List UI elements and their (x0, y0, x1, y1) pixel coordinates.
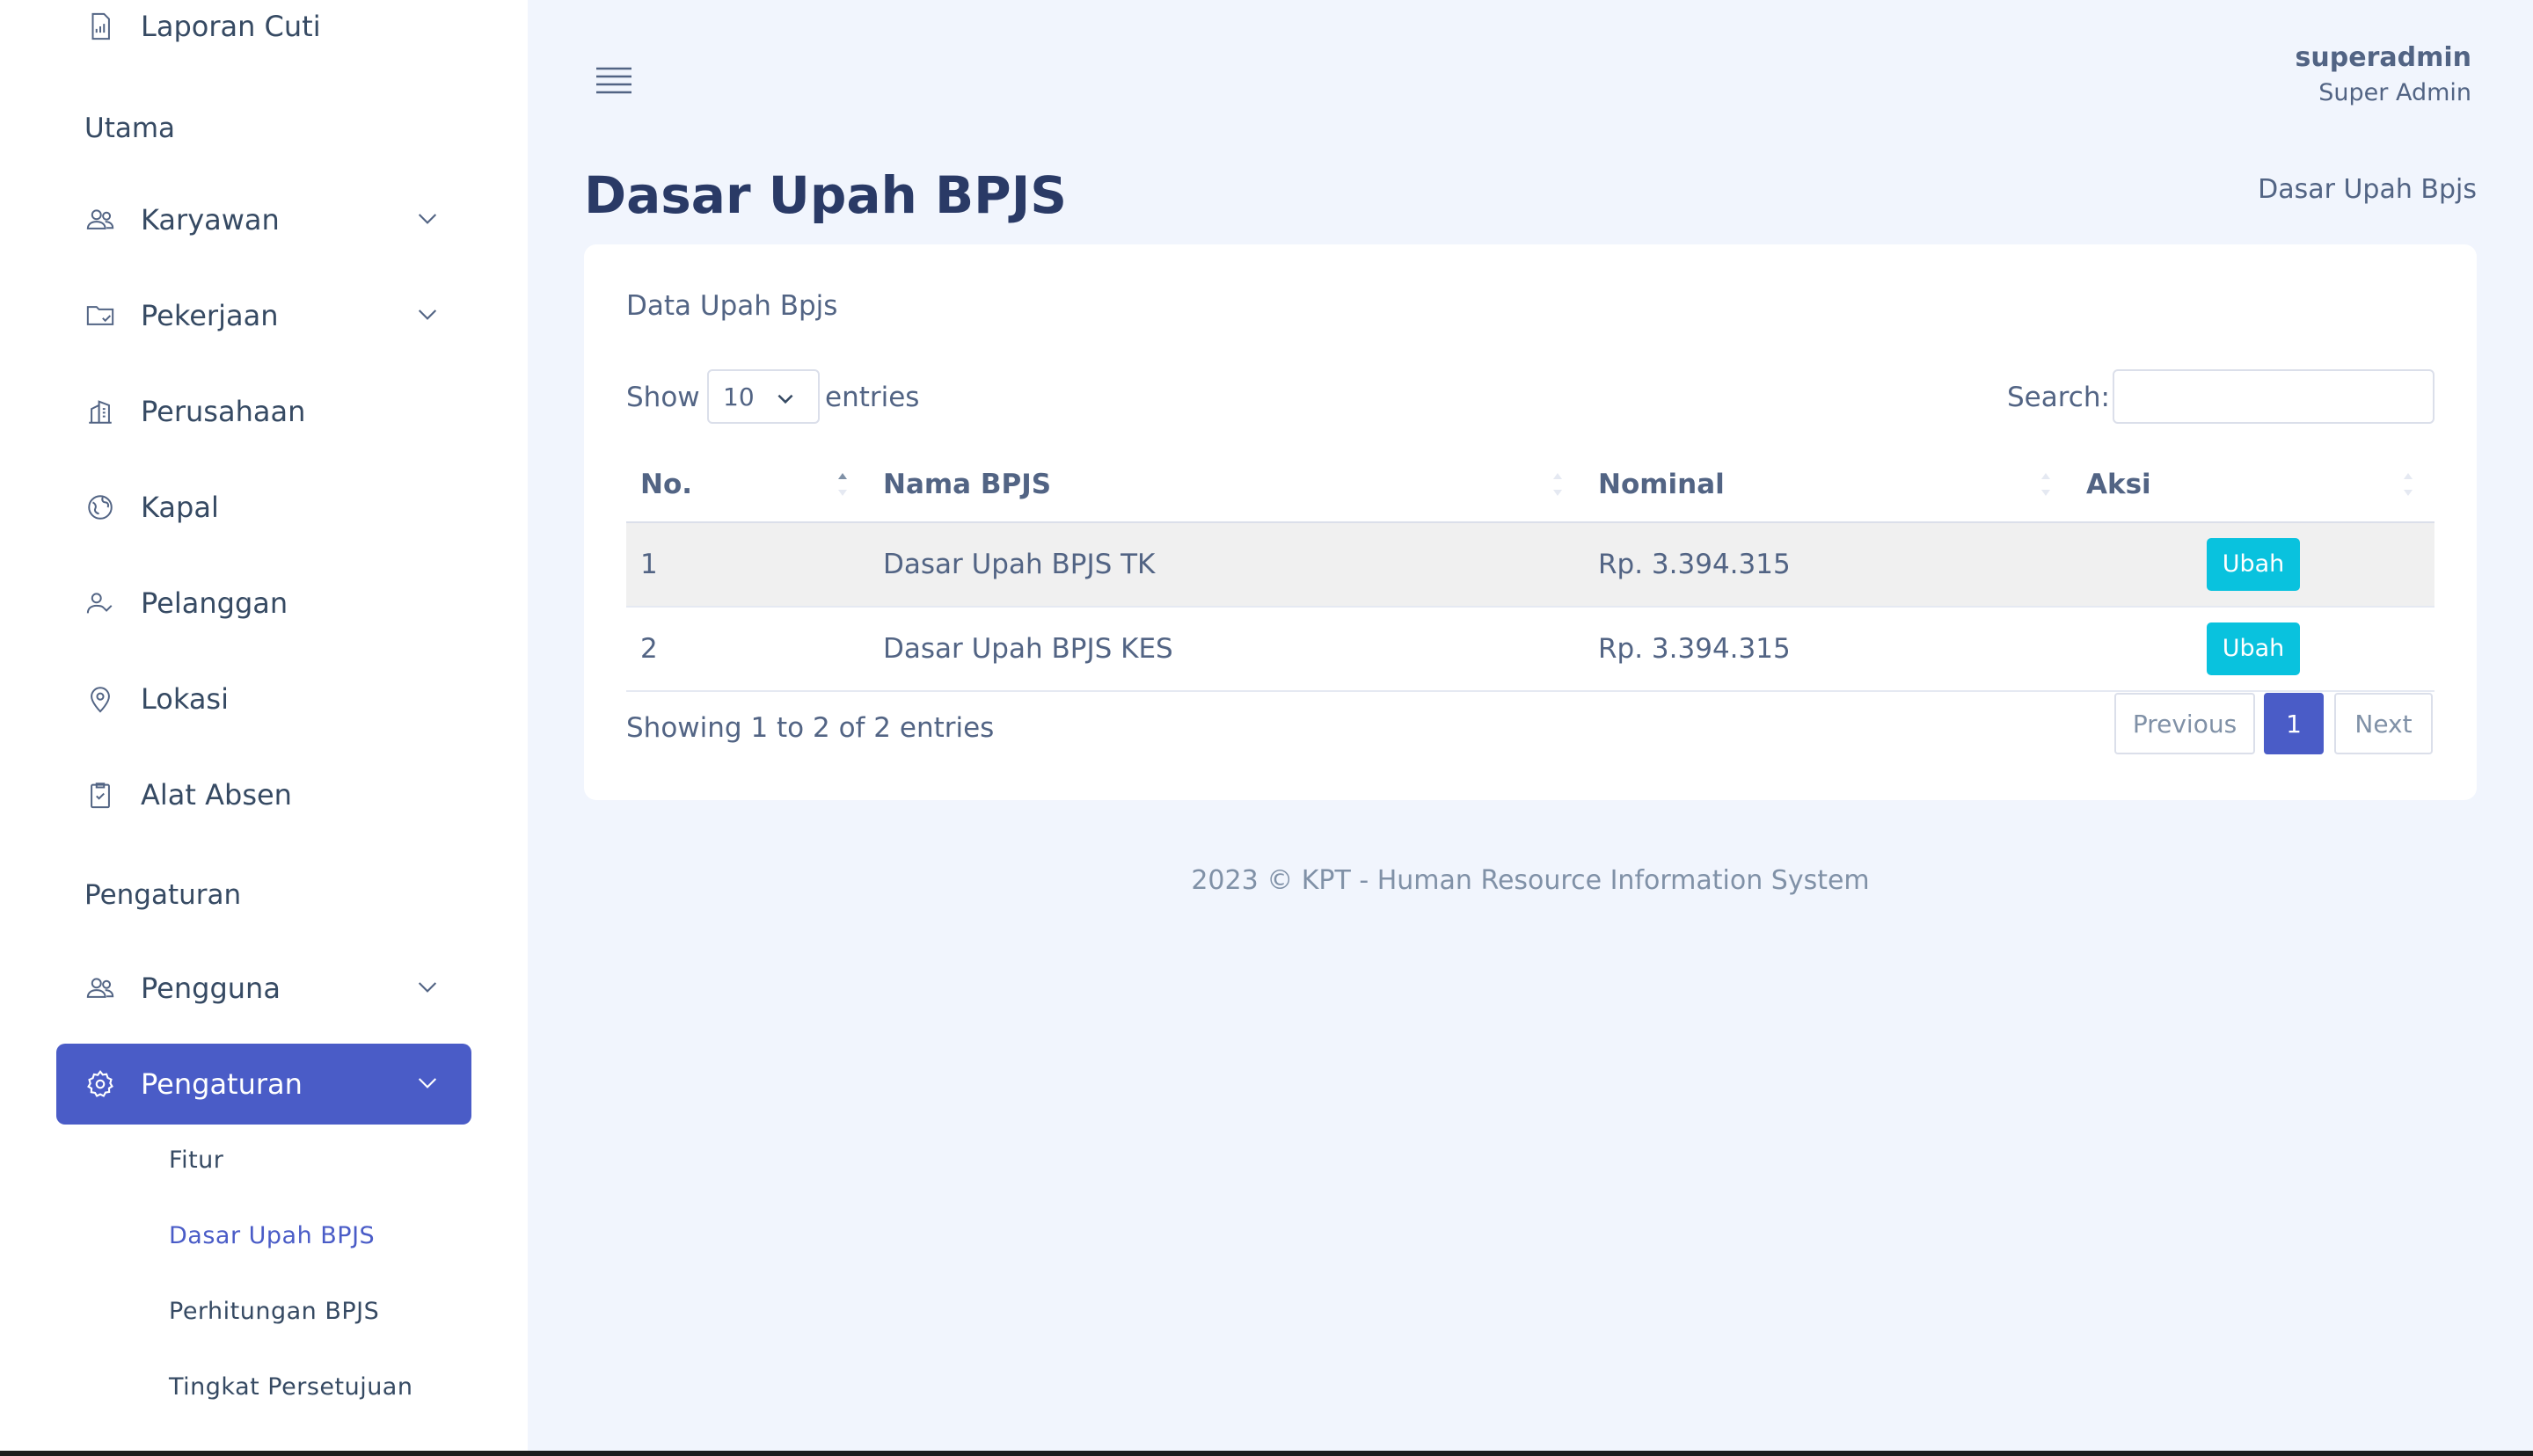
sidebar-item-kapal[interactable]: Kapal (56, 467, 471, 548)
edit-button[interactable]: Ubah (2206, 622, 2301, 675)
chevron-down-icon (418, 982, 437, 993)
users-icon (84, 972, 116, 1004)
sidebar-item-karyawan[interactable]: Karyawan (56, 179, 471, 260)
pagination-previous[interactable]: Previous (2114, 693, 2255, 754)
sidebar: Laporan Cuti Utama Karyawan Pekerjaan Pe… (0, 0, 528, 1451)
table-row: 1 Dasar Upah BPJS TK Rp. 3.394.315 Ubah (626, 522, 2434, 608)
folder-check-icon (84, 300, 116, 331)
column-header-aksi[interactable]: Aksi (2072, 447, 2434, 523)
sidebar-item-label: Kapal (141, 491, 219, 524)
column-header-nama-bpjs[interactable]: Nama BPJS (869, 447, 1584, 523)
table-header-row: No. Nama BPJS Nominal Aksi (626, 447, 2434, 523)
sidebar-item-label: Laporan Cuti (141, 10, 321, 43)
bottom-border (0, 1451, 2533, 1456)
entries-length-value: 10 (723, 382, 755, 411)
sidebar-subitem-perhitungan-bpjs[interactable]: Perhitungan BPJS (169, 1298, 379, 1325)
chevron-down-icon (418, 309, 437, 320)
sidebar-item-lokasi[interactable]: Lokasi (56, 659, 471, 739)
sidebar-item-label: Lokasi (141, 682, 229, 716)
chevron-down-icon (777, 394, 793, 404)
column-header-label: Nama BPJS (883, 468, 1052, 500)
sidebar-item-label: Pelanggan (141, 586, 288, 620)
cell-aksi: Ubah (2072, 522, 2434, 608)
map-pin-icon (84, 683, 116, 715)
report-icon (84, 11, 116, 42)
users-icon (84, 204, 116, 236)
sidebar-subitem-dasar-upah-bpjs[interactable]: Dasar Upah BPJS (169, 1222, 375, 1249)
sidebar-subitem-fitur[interactable]: Fitur (169, 1147, 223, 1174)
user-check-icon (84, 587, 116, 619)
table-row: 2 Dasar Upah BPJS KES Rp. 3.394.315 Ubah (626, 607, 2434, 692)
building-icon (84, 396, 116, 427)
sidebar-item-pekerjaan[interactable]: Pekerjaan (56, 275, 471, 356)
chevron-down-icon (418, 1078, 437, 1088)
user-role: Super Admin (2318, 79, 2471, 106)
chevron-down-icon (418, 214, 437, 224)
column-header-nominal[interactable]: Nominal (1584, 447, 2072, 523)
search-input[interactable] (2113, 369, 2434, 424)
show-label: Show (626, 382, 700, 413)
clipboard-check-icon (84, 779, 116, 811)
sort-icon (1553, 473, 1562, 496)
cell-nominal: Rp. 3.394.315 (1584, 522, 2072, 608)
column-header-no[interactable]: No. (626, 447, 869, 523)
sidebar-item-pelanggan[interactable]: Pelanggan (56, 563, 471, 644)
sidebar-item-label: Perusahaan (141, 395, 306, 428)
cell-no: 2 (626, 607, 869, 692)
pagination-page-current[interactable]: 1 (2264, 693, 2324, 754)
globe-icon (84, 491, 116, 523)
cell-aksi: Ubah (2072, 607, 2434, 692)
column-header-label: Nominal (1598, 468, 1725, 500)
sidebar-item-label: Karyawan (141, 203, 280, 237)
user-name[interactable]: superadmin (2296, 42, 2471, 73)
column-header-label: No. (640, 468, 693, 500)
card-title: Data Upah Bpjs (626, 290, 838, 322)
data-card: Data Upah Bpjs Show 10 entries Search: N… (584, 244, 2477, 800)
sidebar-item-pengaturan[interactable]: Pengaturan (56, 1044, 471, 1125)
pagination-next[interactable]: Next (2334, 693, 2433, 754)
sidebar-item-label: Pengguna (141, 972, 281, 1005)
cell-nama: Dasar Upah BPJS TK (869, 522, 1584, 608)
entries-length-select[interactable]: 10 (707, 369, 820, 424)
page-title: Dasar Upah BPJS (584, 165, 1068, 225)
sidebar-item-label: Pengaturan (141, 1067, 303, 1101)
bpjs-table: No. Nama BPJS Nominal Aksi 1 Dasar Upah … (626, 447, 2434, 692)
column-header-label: Aksi (2086, 468, 2151, 500)
cell-nominal: Rp. 3.394.315 (1584, 607, 2072, 692)
sidebar-item-alat-absen[interactable]: Alat Absen (56, 754, 471, 835)
gear-icon (84, 1068, 116, 1100)
breadcrumb: Dasar Upah Bpjs (2258, 174, 2477, 205)
sidebar-subitem-tingkat-persetujuan[interactable]: Tingkat Persetujuan (169, 1373, 412, 1401)
cell-nama: Dasar Upah BPJS KES (869, 607, 1584, 692)
menu-icon[interactable] (595, 63, 633, 98)
sidebar-item-pengguna[interactable]: Pengguna (56, 948, 471, 1029)
sidebar-item-perusahaan[interactable]: Perusahaan (56, 371, 471, 452)
footer-text: 2023 © KPT - Human Resource Information … (1191, 865, 1870, 896)
table-info: Showing 1 to 2 of 2 entries (626, 712, 995, 744)
sort-asc-icon (838, 473, 847, 496)
sort-icon (2404, 473, 2413, 496)
sidebar-item-label: Alat Absen (141, 778, 292, 812)
sidebar-item-label: Pekerjaan (141, 299, 279, 332)
cell-no: 1 (626, 522, 869, 608)
edit-button[interactable]: Ubah (2206, 538, 2301, 591)
section-title-utama: Utama (84, 113, 176, 144)
sidebar-item-laporan-cuti[interactable]: Laporan Cuti (56, 0, 471, 67)
sort-icon (2041, 473, 2050, 496)
section-title-pengaturan: Pengaturan (84, 879, 242, 911)
entries-label: entries (825, 382, 920, 413)
search-label: Search: (2007, 382, 2110, 413)
